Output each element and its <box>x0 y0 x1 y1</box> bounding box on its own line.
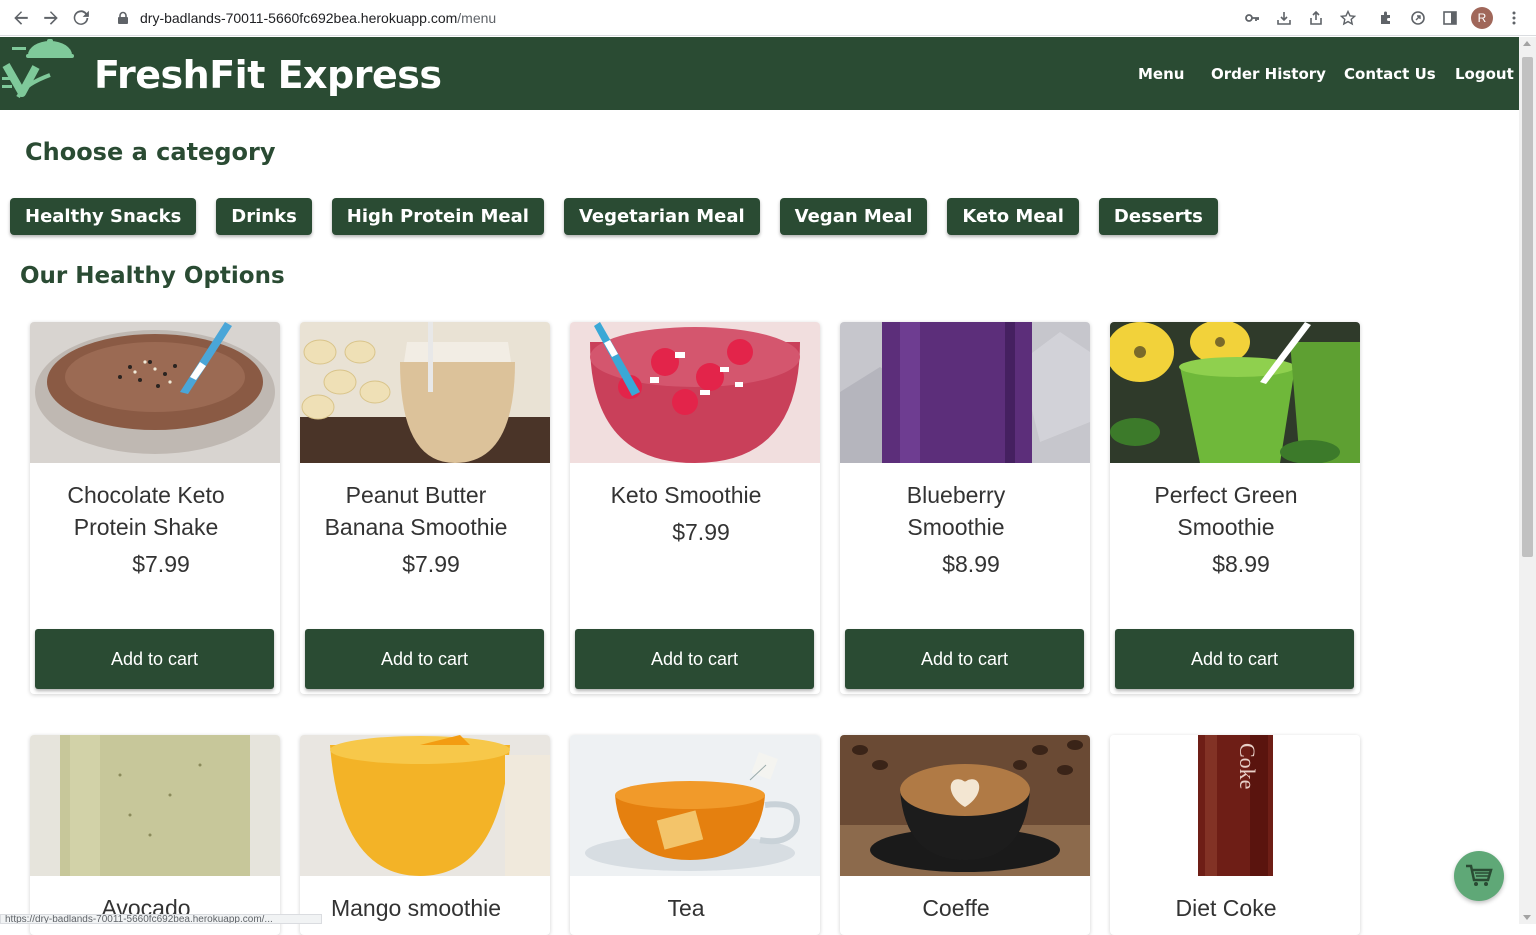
profile-avatar[interactable]: R <box>1466 2 1498 34</box>
site-header: FreshFit Express Menu Order History Cont… <box>0 37 1519 110</box>
product-card: Keto Smoothie $7.99 Add to cart <box>570 322 820 694</box>
category-keto-meal[interactable]: Keto Meal <box>947 198 1079 235</box>
category-buttons: Healthy Snacks Drinks High Protein Meal … <box>10 198 1218 235</box>
product-name: Coeffe <box>922 895 990 921</box>
chocolate-shake-image <box>30 322 280 463</box>
category-healthy-snacks[interactable]: Healthy Snacks <box>10 198 197 235</box>
product-name: Blueberry Smoothie <box>906 482 1006 540</box>
status-bar-url: https://dry-badlands-70011-5660fc692bea.… <box>0 914 322 924</box>
product-card: Perfect Green Smoothie $8.99 Add to cart <box>1110 322 1360 694</box>
nav-contact-us[interactable]: Contact Us <box>1344 65 1436 83</box>
nav-order-history[interactable]: Order History <box>1211 65 1326 83</box>
avatar: R <box>1471 7 1493 29</box>
logo-icon[interactable] <box>0 37 80 110</box>
key-icon[interactable] <box>1236 2 1268 34</box>
cart-icon <box>1466 864 1493 886</box>
scroll-down-arrow[interactable] <box>1523 915 1531 920</box>
category-high-protein-meal[interactable]: High Protein Meal <box>331 198 544 235</box>
tea-image <box>570 735 820 876</box>
product-price: $7.99 <box>132 551 190 577</box>
scroll-up-arrow[interactable] <box>1523 41 1531 46</box>
product-name: Tea <box>667 895 705 921</box>
sidepanel-icon[interactable] <box>1434 2 1466 34</box>
product-card: Mango smoothie <box>300 735 550 935</box>
product-price: $8.99 <box>1212 551 1270 577</box>
add-to-cart-button[interactable]: Add to cart <box>845 629 1084 689</box>
add-to-cart-button[interactable]: Add to cart <box>35 629 274 689</box>
url-path: /menu <box>457 10 497 26</box>
add-to-cart-button[interactable]: Add to cart <box>1115 629 1354 689</box>
browser-toolbar: dry-badlands-70011-5660fc692bea.herokuap… <box>0 0 1536 36</box>
product-card: Tea <box>570 735 820 935</box>
nav-logout[interactable]: Logout <box>1455 65 1514 83</box>
menu-dots-icon[interactable] <box>1498 2 1530 34</box>
product-name: Chocolate Keto Protein Shake <box>67 482 225 540</box>
options-heading: Our Healthy Options <box>20 263 285 289</box>
address-bar[interactable]: dry-badlands-70011-5660fc692bea.herokuap… <box>108 4 1358 32</box>
star-icon[interactable] <box>1332 2 1364 34</box>
product-card: Peanut Butter Banana Smoothie $7.99 Add … <box>300 322 550 694</box>
product-name: Perfect Green Smoothie <box>1154 482 1298 540</box>
product-name: Peanut Butter Banana Smoothie <box>324 482 508 540</box>
product-name: Keto Smoothie <box>610 482 762 508</box>
coffee-image <box>840 735 1090 876</box>
product-card: Coke Diet Coke <box>1110 735 1360 935</box>
product-name: Mango smoothie <box>330 895 502 921</box>
lock-icon <box>118 11 128 24</box>
blueberry-smoothie-image <box>840 322 1090 463</box>
mango-smoothie-image <box>300 735 550 876</box>
category-heading: Choose a category <box>25 138 276 166</box>
coke-can-logo: Coke <box>1235 743 1260 789</box>
category-vegan-meal[interactable]: Vegan Meal <box>779 198 928 235</box>
add-to-cart-button[interactable]: Add to cart <box>575 629 814 689</box>
install-icon[interactable] <box>1268 2 1300 34</box>
diet-coke-image: Coke <box>1110 735 1360 876</box>
product-card: Chocolate Keto Protein Shake $7.99 Add t… <box>30 322 280 694</box>
brand-title[interactable]: FreshFit Express <box>94 53 442 97</box>
product-card: Coeffe <box>840 735 1090 935</box>
reload-icon[interactable] <box>66 3 96 33</box>
forward-icon[interactable] <box>36 3 66 33</box>
cart-button[interactable] <box>1454 851 1504 901</box>
category-drinks[interactable]: Drinks <box>216 198 312 235</box>
category-vegetarian-meal[interactable]: Vegetarian Meal <box>563 198 760 235</box>
extensions-icon[interactable] <box>1370 2 1402 34</box>
banana-smoothie-image <box>300 322 550 463</box>
scroll-thumb[interactable] <box>1522 57 1533 557</box>
product-price: $7.99 <box>672 519 730 545</box>
back-icon[interactable] <box>6 3 36 33</box>
nav-menu[interactable]: Menu <box>1138 65 1184 83</box>
product-card: Blueberry Smoothie $8.99 Add to cart <box>840 322 1090 694</box>
product-card: Avocado <box>30 735 280 935</box>
avocado-smoothie-image <box>30 735 280 876</box>
green-smoothie-image <box>1110 322 1360 463</box>
raspberry-smoothie-image <box>570 322 820 463</box>
product-price: $7.99 <box>402 551 460 577</box>
url-host: dry-badlands-70011-5660fc692bea.herokuap… <box>140 10 458 26</box>
category-desserts[interactable]: Desserts <box>1098 198 1218 235</box>
product-price: $8.99 <box>942 551 1000 577</box>
add-to-cart-button[interactable]: Add to cart <box>305 629 544 689</box>
page-scrollbar[interactable] <box>1519 37 1536 924</box>
sync-icon[interactable] <box>1402 2 1434 34</box>
product-name: Diet Coke <box>1175 895 1277 921</box>
share-icon[interactable] <box>1300 2 1332 34</box>
